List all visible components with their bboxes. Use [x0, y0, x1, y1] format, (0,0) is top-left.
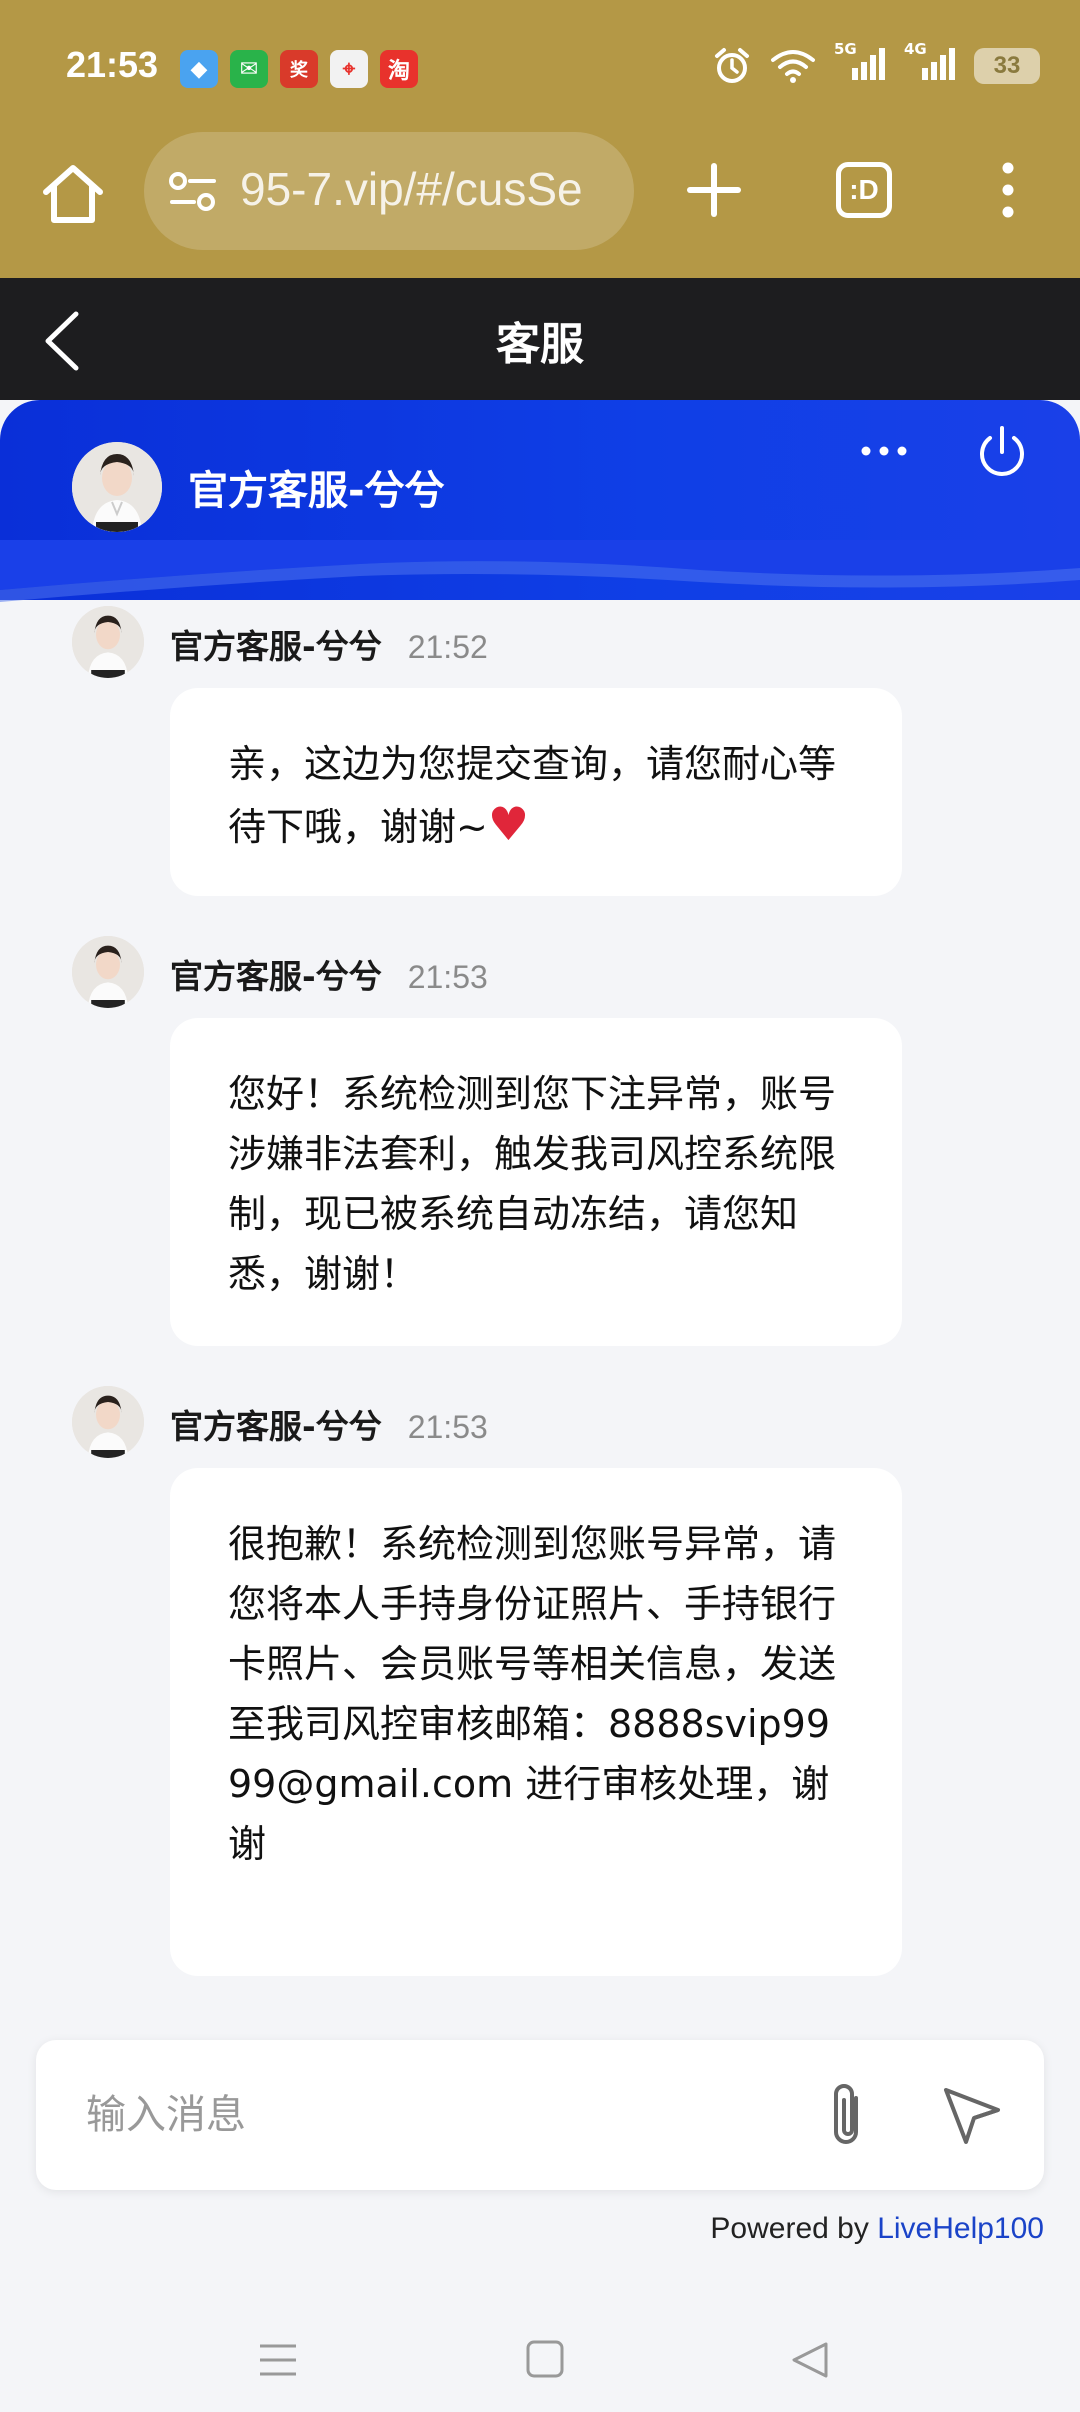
home-icon[interactable]	[38, 160, 108, 230]
tabs-button[interactable]: :D	[836, 162, 892, 218]
livehelp-link[interactable]: LiveHelp100	[877, 2212, 1044, 2245]
message-meta: 官方客服-兮兮 21:53	[170, 950, 488, 998]
header-wave-decoration	[0, 540, 1080, 602]
message-time: 21:53	[407, 959, 488, 995]
game-icon: 奖	[280, 50, 318, 88]
send-icon[interactable]	[940, 2084, 1004, 2148]
message-input[interactable]	[86, 2084, 786, 2146]
message-avatar	[72, 606, 144, 678]
paperclip-icon[interactable]	[820, 2078, 876, 2154]
alarm-icon	[715, 48, 749, 83]
agent-name: 官方客服-兮兮	[188, 468, 445, 514]
powered-by: Powered by LiveHelp100	[710, 2212, 1044, 2246]
taobao-icon: 淘	[380, 50, 418, 88]
home-square-icon[interactable]	[526, 2340, 564, 2378]
status-bar: 21:53 ◆ ✉ 奖 ⌖ 淘 5G 4G 33	[0, 0, 1080, 130]
message-meta: 官方客服-兮兮 21:52	[170, 620, 488, 668]
message-composer	[36, 2040, 1044, 2190]
message-bubble: 很抱歉！系统检测到您账号异常，请您将本人手持身份证照片、手持银行卡照片、会员账号…	[170, 1468, 902, 1976]
network-4g-label: 4G	[904, 40, 927, 58]
recents-menu-icon[interactable]	[258, 2340, 298, 2380]
message-sender: 官方客服-兮兮	[170, 627, 382, 666]
signal-4g-icon: 4G	[904, 40, 956, 86]
message-meta: 官方客服-兮兮 21:53	[170, 1400, 488, 1448]
status-app-icons: ◆ ✉ 奖 ⌖ 淘	[180, 50, 418, 88]
page: 21:53 ◆ ✉ 奖 ⌖ 淘 5G 4G 33 95-7.vip/#/cusS…	[0, 0, 1080, 2412]
app-header: 客服	[0, 278, 1080, 400]
page-title: 客服	[496, 319, 584, 370]
message-avatar	[72, 1386, 144, 1458]
status-indicators: 5G 4G 33	[712, 40, 1040, 86]
wifi-icon	[771, 50, 815, 83]
browser-icon: ◆	[180, 50, 218, 88]
site-settings-icon[interactable]	[168, 170, 218, 214]
message-text: 您好！系统检测到您下注异常，账号涉嫌非法套利，触发我司风控系统限制，现已被系统自…	[228, 1072, 837, 1296]
message-time: 21:53	[407, 1409, 488, 1445]
more-horizontal-icon[interactable]	[858, 436, 910, 466]
power-icon[interactable]	[976, 424, 1028, 480]
heart-emoji: ♥	[487, 797, 530, 851]
maps-icon: ⌖	[330, 50, 368, 88]
battery-indicator: 33	[974, 48, 1040, 84]
network-5g-label: 5G	[834, 40, 857, 58]
message-avatar	[72, 936, 144, 1008]
message-bubble: 您好！系统检测到您下注异常，账号涉嫌非法套利，触发我司风控系统限制，现已被系统自…	[170, 1018, 902, 1346]
message-bubble: 亲，这边为您提交查询，请您耐心等待下哦，谢谢~♥	[170, 688, 902, 896]
message-time: 21:52	[407, 629, 488, 665]
back-triangle-icon[interactable]	[790, 2340, 830, 2380]
message-text: 很抱歉！系统检测到您账号异常，请您将本人手持身份证照片、手持银行卡照片、会员账号…	[228, 1522, 837, 1866]
url-text[interactable]: 95-7.vip/#/cusSe	[240, 162, 630, 216]
more-vertical-icon[interactable]	[996, 160, 1020, 220]
message-sender: 官方客服-兮兮	[170, 957, 382, 996]
message-text: 亲，这边为您提交查询，请您耐心等待下哦，谢谢~	[228, 742, 837, 849]
agent-avatar	[72, 442, 162, 532]
signal-5g-icon: 5G	[834, 40, 886, 86]
new-tab-icon[interactable]	[682, 158, 746, 222]
status-time: 21:53	[66, 44, 159, 85]
message-sender: 官方客服-兮兮	[170, 1407, 382, 1446]
powered-prefix: Powered by	[710, 2212, 869, 2245]
wechat-icon: ✉	[230, 50, 268, 88]
system-nav-bar	[0, 2300, 1080, 2412]
